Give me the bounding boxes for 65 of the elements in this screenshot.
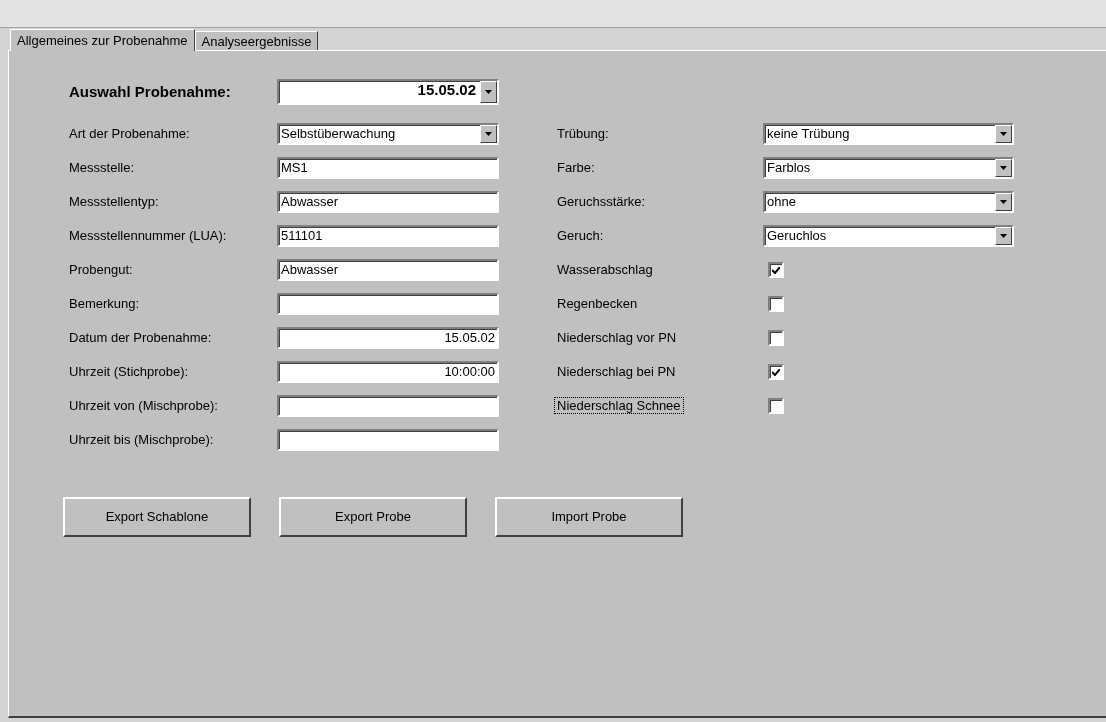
- field-label: Geruchsstärke:: [556, 193, 647, 211]
- field-label: Uhrzeit (Stichprobe):: [69, 363, 190, 382]
- dropdown-button[interactable]: [480, 81, 497, 103]
- input-field[interactable]: 15.05.02: [277, 327, 499, 349]
- tab[interactable]: Allgemeines zur Probenahme: [10, 29, 195, 51]
- dropdown-button[interactable]: [480, 125, 497, 143]
- caret-icon: [485, 90, 492, 94]
- field-label: Wasserabschlag: [556, 261, 654, 279]
- caret-icon: [1000, 166, 1007, 170]
- action-button[interactable]: Import Probe: [495, 497, 683, 537]
- dropdown-value: 15.05.02: [416, 81, 477, 100]
- dropdown-value: Farblos: [766, 159, 812, 177]
- checkbox[interactable]: [768, 364, 784, 380]
- dropdown-button[interactable]: [995, 193, 1012, 211]
- field-label: Art der Probenahme:: [69, 125, 191, 144]
- field-label: Farbe:: [556, 159, 596, 177]
- input-field[interactable]: [277, 293, 499, 315]
- dropdown-field[interactable]: 15.05.02: [277, 79, 499, 105]
- dropdown-value: Selbstüberwachung: [280, 125, 397, 143]
- input-field[interactable]: 511101: [277, 225, 499, 247]
- input-field[interactable]: 10:00:00: [277, 361, 499, 383]
- dropdown-field[interactable]: Geruchlos: [763, 225, 1014, 247]
- dropdown-field[interactable]: Farblos: [763, 157, 1014, 179]
- caret-icon: [1000, 200, 1007, 204]
- input-field[interactable]: Abwasser: [277, 259, 499, 281]
- input-field[interactable]: Abwasser: [277, 191, 499, 213]
- action-button[interactable]: Export Probe: [279, 497, 467, 537]
- field-label: Niederschlag Schnee: [554, 397, 684, 415]
- input-field[interactable]: MS1: [277, 157, 499, 179]
- caret-icon: [1000, 132, 1007, 136]
- dropdown-button[interactable]: [995, 227, 1012, 245]
- caret-icon: [485, 132, 492, 136]
- selector-label: Auswahl Probenahme:: [69, 81, 232, 102]
- checkbox[interactable]: [768, 398, 784, 414]
- dropdown-value: keine Trübung: [766, 125, 851, 143]
- field-label: Regenbecken: [556, 295, 639, 313]
- dropdown-field[interactable]: keine Trübung: [763, 123, 1014, 145]
- dropdown-value: ohne: [766, 193, 797, 211]
- checkbox[interactable]: [768, 330, 784, 346]
- field-label: Niederschlag bei PN: [556, 363, 677, 381]
- input-field[interactable]: [277, 395, 499, 417]
- field-label: Messstellennummer (LUA):: [69, 227, 228, 246]
- checkbox[interactable]: [768, 262, 784, 278]
- dropdown-field[interactable]: Selbstüberwachung: [277, 123, 499, 145]
- input-field[interactable]: [277, 429, 499, 451]
- dropdown-value: Geruchlos: [766, 227, 828, 245]
- field-label: Uhrzeit von (Mischprobe):: [69, 397, 219, 416]
- caret-icon: [1000, 234, 1007, 238]
- field-label: Messstelle:: [69, 159, 136, 178]
- field-label: Geruch:: [556, 227, 605, 245]
- checkmark-icon: [772, 368, 780, 376]
- dropdown-button[interactable]: [995, 159, 1012, 177]
- field-label: Trübung:: [556, 125, 610, 143]
- action-button[interactable]: Export Schablone: [63, 497, 251, 537]
- dropdown-field[interactable]: ohne: [763, 191, 1014, 213]
- field-label: Uhrzeit bis (Mischprobe):: [69, 431, 215, 450]
- checkmark-icon: [772, 266, 780, 274]
- field-label: Probengut:: [69, 261, 134, 280]
- field-label: Bemerkung:: [69, 295, 141, 314]
- field-label: Niederschlag vor PN: [556, 329, 678, 347]
- dropdown-button[interactable]: [995, 125, 1012, 143]
- tab[interactable]: Analyseergebnisse: [194, 31, 319, 50]
- field-label: Messstellentyp:: [69, 193, 160, 212]
- checkbox[interactable]: [768, 296, 784, 312]
- field-label: Datum der Probenahme:: [69, 329, 213, 348]
